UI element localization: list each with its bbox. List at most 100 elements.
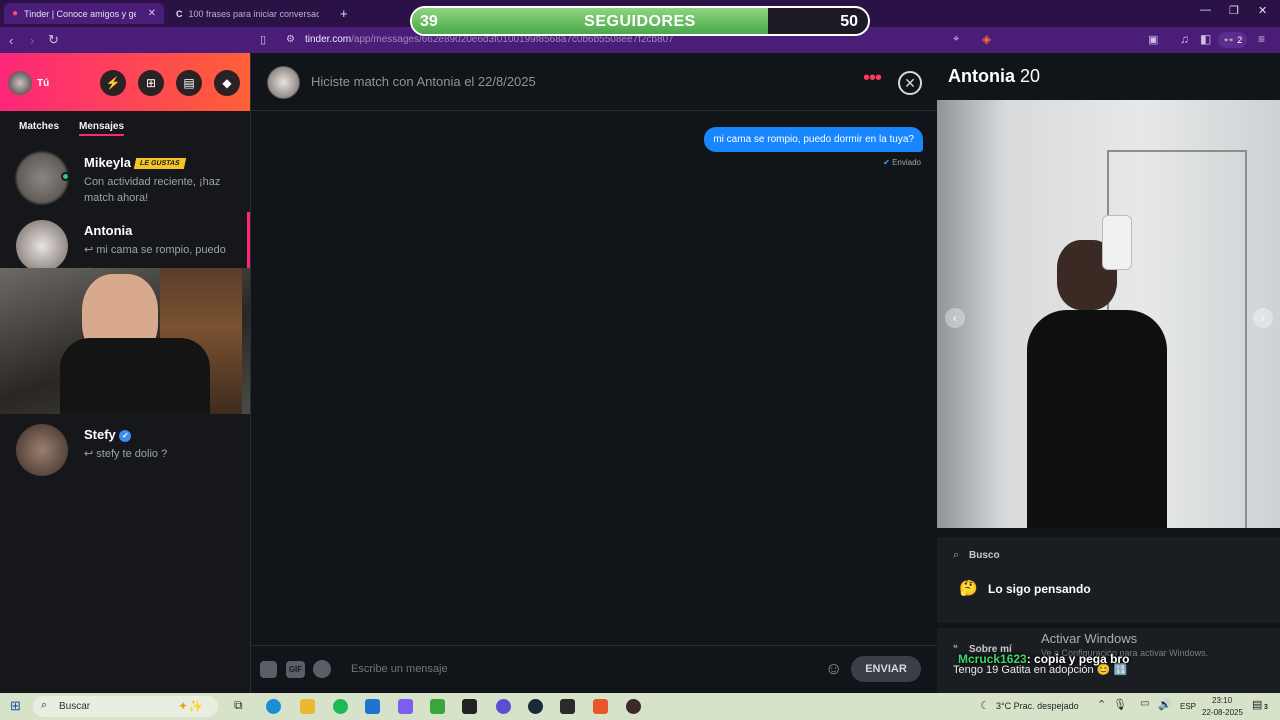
microphone-icon[interactable]: 🎙	[1113, 698, 1127, 711]
profile-label[interactable]: Tú	[37, 78, 49, 89]
clock-time[interactable]: 23:10	[1212, 696, 1232, 705]
maximize-button[interactable]: ❐	[1229, 4, 1239, 17]
profile-title: Antonia 20	[948, 66, 1040, 87]
more-options-icon[interactable]: •••	[863, 67, 882, 90]
split-view-icon[interactable]: ◧	[1200, 32, 1211, 46]
conversation-item[interactable]: Mikeyla LE GUSTAS Con actividad reciente,…	[0, 152, 250, 216]
menu-icon[interactable]: ≡	[1258, 32, 1265, 46]
minimize-button[interactable]: —	[1200, 4, 1211, 16]
followers-goal-bar: SEGUIDORES 39 50	[410, 6, 870, 36]
chat-panel: Hiciste match con Antonia el 22/8/2025 •…	[250, 53, 937, 693]
message-bubble[interactable]: mi cama se rompio, puedo dormir en la tu…	[704, 127, 923, 152]
file-explorer-icon[interactable]	[300, 699, 315, 714]
minecraft-icon[interactable]	[430, 699, 445, 714]
notification-icon[interactable]: ▤	[1252, 698, 1262, 711]
extensions-button[interactable]: 👓 2	[1218, 32, 1248, 48]
shield-icon[interactable]: ◆	[214, 70, 240, 96]
sidebar-header: Tú ⚡ ⊞ ▤ ◆	[0, 53, 250, 111]
edge-icon[interactable]	[266, 699, 281, 714]
spotify-icon[interactable]	[333, 699, 348, 714]
brave-shield-icon[interactable]: ◈	[982, 32, 991, 46]
browser-tab-tinder[interactable]: ● Tinder | Conoce amigos y gente ✕	[4, 3, 164, 24]
conversation-preview: ↩ stefy te dolio ?	[84, 448, 168, 460]
profile-name: Antonia	[948, 66, 1015, 86]
network-icon[interactable]: ▭	[1140, 698, 1149, 709]
new-tab-button[interactable]: +	[332, 3, 352, 24]
brave-icon[interactable]	[593, 699, 608, 714]
back-icon[interactable]: ‹	[9, 33, 13, 48]
emoji-icon[interactable]: ☺	[825, 659, 842, 679]
weather-text[interactable]: 3°C Prac. despejado	[996, 701, 1079, 711]
bookmark-icon[interactable]: ▯	[260, 33, 266, 46]
chat-text: : copia y pega bro	[1026, 652, 1130, 666]
discord-icon[interactable]	[496, 699, 511, 714]
person-dress	[1027, 310, 1167, 528]
message-input[interactable]	[351, 658, 811, 680]
store-icon[interactable]	[365, 699, 380, 714]
glasses-icon: 👓	[1223, 34, 1235, 45]
conversation-name: Antonia	[84, 223, 133, 238]
avatar[interactable]	[267, 66, 300, 99]
goal-target: 50	[840, 13, 858, 30]
explore-icon[interactable]: ⊞	[138, 70, 164, 96]
chat-header: Hiciste match con Antonia el 22/8/2025 •…	[251, 53, 937, 111]
close-icon[interactable]: ✕	[898, 71, 922, 95]
taskbar-search[interactable]: ⌕ Buscar ✦✨	[33, 696, 218, 717]
volume-icon[interactable]: 🔊	[1158, 698, 1172, 711]
obs-icon[interactable]	[626, 699, 641, 714]
notification-count: 3	[1264, 704, 1268, 711]
goal-current: 39	[420, 13, 438, 30]
looking-for-label: Busco	[969, 550, 1000, 561]
tab-messages[interactable]: Mensajes	[79, 121, 125, 136]
epic-games-icon[interactable]	[462, 699, 477, 714]
tab-title: Tinder | Conoce amigos y gente	[24, 8, 136, 19]
conversation-name: Mikeyla LE GUSTAS	[84, 155, 186, 170]
previous-photo-icon[interactable]: ‹	[945, 308, 965, 328]
verified-icon: ✓	[119, 430, 132, 442]
thinking-emoji-icon: 🤔	[959, 580, 978, 597]
avatar[interactable]	[8, 71, 32, 95]
conversation-name: Stefy ✓	[84, 427, 132, 442]
music-icon[interactable]: ♫	[1180, 32, 1189, 46]
capture-icon[interactable]	[560, 699, 575, 714]
online-indicator	[61, 172, 70, 181]
avatar	[16, 220, 68, 272]
conversation-item[interactable]: Stefy ✓ ↩ stefy te dolio ?	[0, 424, 250, 488]
profile-age: 20	[1020, 66, 1041, 86]
boost-icon[interactable]: ⚡	[100, 70, 126, 96]
sparkle-icon: ✦✨	[178, 699, 203, 713]
sidebar-icon[interactable]: ▣	[1148, 33, 1158, 46]
activate-windows-title: Activar Windows	[1041, 631, 1138, 646]
forward-icon[interactable]: ›	[30, 33, 34, 48]
sticker-icon[interactable]	[260, 661, 277, 678]
steam-icon[interactable]	[528, 699, 543, 714]
webcam-overlay	[0, 268, 262, 414]
next-photo-icon[interactable]: ›	[1253, 308, 1273, 328]
windows-start-icon[interactable]: ⊞	[10, 698, 21, 714]
close-window-button[interactable]: ✕	[1258, 4, 1267, 17]
tray-chevron-icon[interactable]: ⌃	[1097, 698, 1106, 711]
site-info-icon[interactable]: ⚙	[286, 34, 295, 45]
briefcase-icon[interactable]: ▤	[176, 70, 202, 96]
task-view-icon[interactable]: ⧉	[234, 698, 243, 713]
sent-check-icon: ✔	[883, 158, 890, 167]
close-tab-icon[interactable]: ✕	[148, 8, 156, 19]
language-indicator[interactable]: ESP	[1180, 702, 1196, 711]
spotify-icon[interactable]	[313, 660, 331, 678]
streamer-hoodie	[60, 338, 210, 414]
search-icon: ⌕	[953, 549, 960, 561]
app-icon[interactable]	[398, 699, 413, 714]
goal-label: SEGUIDORES	[584, 13, 696, 30]
gif-button[interactable]: GIF	[286, 661, 305, 678]
send-button[interactable]: ENVIAR	[851, 656, 921, 682]
reload-icon[interactable]: ↻	[48, 32, 59, 48]
clock-date[interactable]: 22-08-2025	[1202, 708, 1243, 717]
tab-matches[interactable]: Matches	[19, 121, 59, 132]
browser-tab-frases[interactable]: C 100 frases para iniciar conversación	[168, 3, 328, 24]
profile-photo[interactable]: ‹ ›	[937, 100, 1280, 528]
message-composer: GIF ☺ ENVIAR	[251, 645, 937, 693]
location-icon[interactable]: ⌖	[953, 33, 959, 46]
avatar	[16, 152, 68, 204]
weather-icon: ☾	[980, 700, 990, 712]
page-c-icon: C	[176, 8, 183, 19]
